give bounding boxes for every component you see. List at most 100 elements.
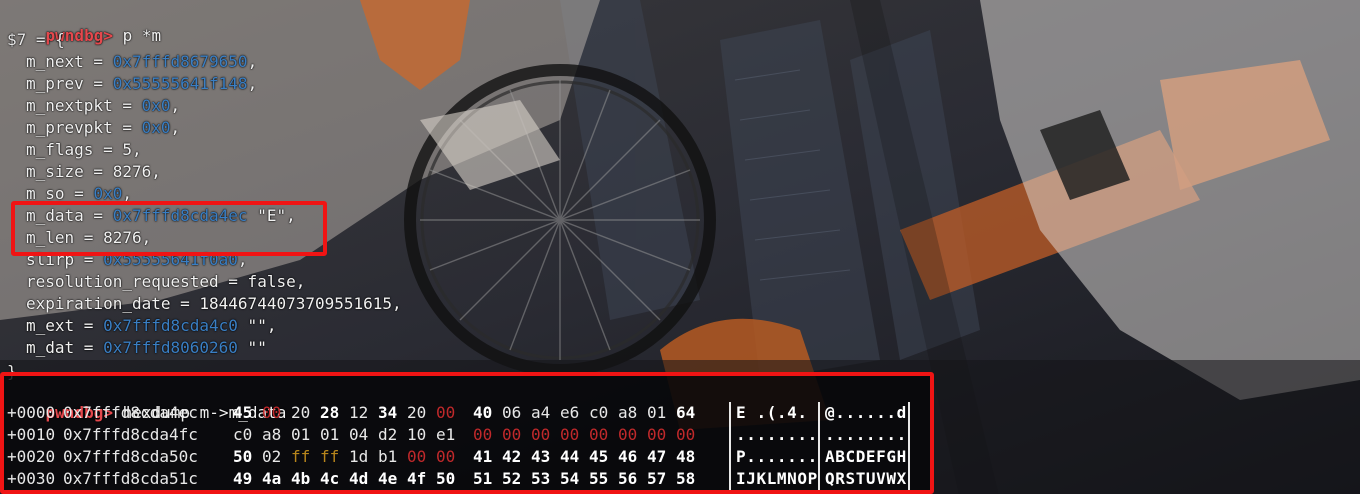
field-address: 0x7fffd8cda4c0 [103,316,238,335]
hex-byte: 20 [291,403,311,422]
print-command-line: pwndbg> p *m [7,3,162,45]
hex-byte: c0 [589,403,609,422]
hex-byte: 10 [407,425,427,444]
hex-byte: 00 [531,425,551,444]
struct-field-line: m_prev = 0x55555641f148, [7,73,257,95]
field-address: 0x0 [141,118,171,137]
field-name: m_prev = [26,74,113,93]
hexdump-column-separator [908,468,910,490]
field-address: 0x55555641f148 [112,74,248,93]
hexdump-ascii-right: ........ [825,425,907,444]
field-name: m_nextpkt = [26,96,142,115]
terminal-window[interactable]: pwndbg> p *m $7 = { m_next = 0x7fffd8679… [0,0,1360,494]
hexdump-column-separator [818,424,820,446]
hex-byte: 4c [320,469,340,488]
hex-byte: d2 [378,425,398,444]
hex-byte: 55 [589,469,609,488]
field-name: resolution_requested = false, [26,272,306,291]
hex-byte: 41 [473,447,493,466]
struct-field-line: expiration_date = 18446744073709551615, [7,293,402,315]
field-name: m_dat = [26,338,104,357]
struct-field-line: m_prevpkt = 0x0, [7,117,180,139]
hex-byte: 40 [473,403,493,422]
hex-byte: 00 [407,447,427,466]
hex-byte: 4a [262,469,282,488]
print-command-text: p *m [112,26,162,45]
hex-byte: 00 [262,403,282,422]
hexdump-offset: +0010 [7,425,56,444]
field-name: expiration_date = 18446744073709551615, [26,294,402,313]
hexdump-column-separator [908,446,910,468]
hexdump-ascii-left: ........ [736,425,818,444]
hexdump-command-line: pwndbg> hexdump m->m_data [7,380,287,422]
field-suffix: , [170,118,181,137]
hexdump-row: +0020 0x7fffd8cda50c 50 02 ff ff 1d b1 00 00 41 42 4… [7,446,927,468]
hex-byte: 06 [502,403,522,422]
hex-byte: 00 [618,425,638,444]
hex-byte: 28 [320,403,340,422]
hexdump-row: +0000 0x7fffd8cda4ec 45 00 20 28 12 34 20 00 40 06 a… [7,402,927,424]
hexdump-column-separator [908,402,910,424]
hex-byte: 00 [589,425,609,444]
field-name: m_ext = [26,316,104,335]
hex-byte: 02 [262,447,282,466]
hexdump-column-separator [818,468,820,490]
hexdump-address: 0x7fffd8cda50c [63,447,198,466]
hexdump-address: 0x7fffd8cda4ec [63,403,198,422]
hex-byte: 04 [349,425,369,444]
hexdump-address: 0x7fffd8cda51c [63,469,198,488]
hex-byte: 51 [473,469,493,488]
hex-byte: e6 [560,403,580,422]
hex-byte: ff [291,447,311,466]
field-name: m_flags = 5, [26,140,142,159]
hex-byte: 4e [378,469,398,488]
field-suffix: "" [237,338,267,357]
field-suffix: "", [237,316,277,335]
hex-byte: 46 [618,447,638,466]
hex-byte: a8 [262,425,282,444]
hexdump-row: +0010 0x7fffd8cda4fc c0 a8 01 01 04 d2 10 e1 00 00 0… [7,424,927,446]
struct-field-line: m_next = 0x7fffd8679650, [7,51,257,73]
hex-byte: ff [320,447,340,466]
hexdump-column-separator [729,424,731,446]
hex-byte: 50 [233,447,253,466]
hex-byte: 52 [502,469,522,488]
hex-byte: 56 [618,469,638,488]
hex-byte: 48 [676,447,696,466]
hex-byte: 00 [560,425,580,444]
hex-byte: c0 [233,425,253,444]
struct-field-line: m_size = 8276, [7,161,161,183]
hexdump-ascii-right: ABCDEFGH [825,447,907,466]
field-address: 0x7fffd8679650 [112,52,248,71]
hex-byte: 64 [676,403,696,422]
field-suffix: , [170,96,181,115]
m-data-len-highlight [11,201,327,256]
hex-byte: 54 [560,469,580,488]
hex-byte: 45 [589,447,609,466]
hex-byte: 47 [647,447,667,466]
hex-byte: 00 [502,425,522,444]
struct-field-line: resolution_requested = false, [7,271,305,293]
hex-byte: 20 [407,403,427,422]
hex-byte: 34 [378,403,398,422]
hex-byte: 01 [291,425,311,444]
field-name: m_prevpkt = [26,118,142,137]
hex-byte: e1 [436,425,456,444]
hex-byte: 00 [473,425,493,444]
hex-byte: 44 [560,447,580,466]
hex-byte: 00 [647,425,667,444]
hex-byte: 00 [436,447,456,466]
field-name: m_size = 8276, [26,162,161,181]
hexdump-offset: +0000 [7,403,56,422]
field-name: m_next = [26,52,113,71]
hexdump-ascii-right: @......d [825,403,907,422]
hexdump-column-separator [729,446,731,468]
hexdump-column-separator [729,402,731,424]
field-address: 0x0 [141,96,171,115]
hex-byte: 00 [676,425,696,444]
struct-field-line: m_nextpkt = 0x0, [7,95,180,117]
hex-byte: 53 [531,469,551,488]
hexdump-column-separator [818,446,820,468]
hexdump-column-separator [729,468,731,490]
hex-byte: 57 [647,469,667,488]
